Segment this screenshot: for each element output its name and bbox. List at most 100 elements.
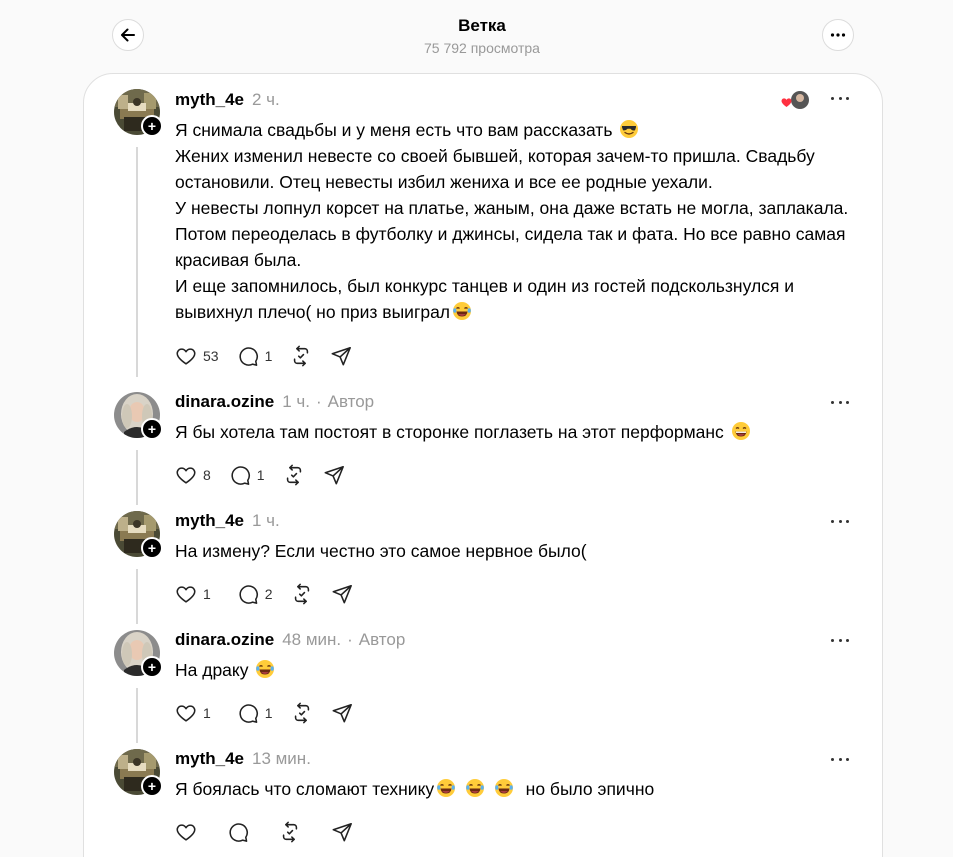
- like-button[interactable]: 1: [166, 577, 220, 611]
- post-meta: myth_4e 2 ч.: [175, 90, 280, 110]
- comment-button[interactable]: 1: [228, 339, 282, 373]
- post-menu-button[interactable]: [828, 394, 852, 410]
- repost-button[interactable]: [270, 815, 310, 849]
- thread-line: [136, 147, 138, 377]
- post-line: И еще запомнилось, был конкурс танцев и …: [175, 276, 795, 322]
- repost-button[interactable]: [281, 339, 321, 373]
- timestamp[interactable]: 1 ч.: [252, 511, 280, 530]
- post-actions: 8 1: [166, 457, 354, 493]
- thread-line: [136, 688, 138, 743]
- comment-icon: [229, 464, 251, 486]
- post-actions: 53 1: [166, 338, 361, 374]
- repost-icon: [283, 464, 305, 486]
- like-count: 8: [203, 467, 211, 483]
- timestamp[interactable]: 13 мин.: [252, 749, 311, 768]
- like-count: 53: [203, 348, 219, 364]
- comment-icon: [237, 583, 259, 605]
- more-horizontal-icon: [830, 33, 846, 37]
- liked-by-avatar[interactable]: [781, 90, 811, 112]
- laughing-emoji: [452, 301, 472, 321]
- repost-button[interactable]: [274, 458, 314, 492]
- post-menu-button[interactable]: [828, 751, 852, 767]
- like-button[interactable]: 8: [166, 458, 220, 492]
- follow-plus-icon[interactable]: +: [141, 656, 163, 678]
- repost-icon: [291, 702, 313, 724]
- share-button[interactable]: [321, 339, 361, 373]
- share-button[interactable]: [322, 815, 362, 849]
- dot-separator: ·: [315, 392, 322, 411]
- more-options-button[interactable]: [822, 19, 854, 51]
- timestamp[interactable]: 2 ч.: [252, 90, 280, 109]
- post-meta: dinara.ozine 1 ч. · Автор: [175, 392, 374, 412]
- comment-count: 2: [264, 586, 273, 602]
- post-meta: myth_4e 1 ч.: [175, 511, 280, 531]
- grinning-emoji: [731, 421, 751, 441]
- comment-button[interactable]: 1: [220, 458, 274, 492]
- like-button[interactable]: 1: [166, 696, 220, 730]
- heart-icon: [175, 583, 197, 605]
- post-line: Жених изменил невесте со своей бывшей, к…: [175, 146, 815, 192]
- comment-button[interactable]: 1: [228, 696, 282, 730]
- dot-separator: ·: [347, 630, 353, 649]
- timestamp[interactable]: 48 мин.: [282, 630, 341, 649]
- sunglasses-emoji: [619, 119, 639, 139]
- repost-icon: [291, 583, 313, 605]
- post-line: Я бы хотела там постоят в сторонке погла…: [175, 422, 724, 442]
- like-button[interactable]: [166, 815, 206, 849]
- page-title: Ветка: [458, 16, 506, 35]
- like-count: 1: [203, 586, 211, 602]
- post-actions: 1 2: [166, 576, 362, 612]
- timestamp[interactable]: 1 ч.: [282, 392, 310, 411]
- follow-plus-icon[interactable]: +: [141, 418, 163, 440]
- comment-button[interactable]: [218, 815, 258, 849]
- like-count: 1: [203, 705, 211, 721]
- heart-icon: [175, 345, 197, 367]
- username[interactable]: myth_4e: [175, 749, 244, 768]
- like-button[interactable]: 53: [166, 339, 228, 373]
- heart-icon: [175, 702, 197, 724]
- repost-button[interactable]: [282, 696, 322, 730]
- post-text: На драку: [175, 657, 865, 683]
- username[interactable]: myth_4e: [175, 511, 244, 530]
- thread-line: [136, 450, 138, 505]
- author-badge: Автор: [327, 392, 375, 411]
- share-icon: [331, 702, 353, 724]
- author-badge: Автор: [358, 630, 406, 649]
- comment-button[interactable]: 2: [228, 577, 282, 611]
- heart-icon: [175, 821, 197, 843]
- follow-plus-icon[interactable]: +: [141, 775, 163, 797]
- share-icon: [331, 821, 353, 843]
- laughing-emoji: [465, 778, 485, 798]
- heart-icon: [175, 464, 197, 486]
- thread-line: [136, 569, 138, 624]
- follow-plus-icon[interactable]: +: [141, 115, 163, 137]
- comment-icon: [237, 345, 259, 367]
- follow-plus-icon[interactable]: +: [141, 537, 163, 559]
- post-menu-button[interactable]: [828, 632, 852, 648]
- username[interactable]: dinara.ozine: [175, 392, 274, 411]
- username[interactable]: dinara.ozine: [175, 630, 274, 649]
- username[interactable]: myth_4e: [175, 90, 244, 109]
- post-text: На измену? Если честно это самое нервное…: [175, 541, 587, 561]
- post-line: У невесты лопнул корсет на платье, жаным…: [175, 198, 849, 270]
- post-menu-button[interactable]: [828, 90, 852, 106]
- post-line: Я боялась что сломают технику: [175, 779, 435, 799]
- share-button[interactable]: [322, 696, 362, 730]
- post-text: Я снимала свадьбы и у меня есть что вам …: [175, 117, 865, 325]
- comment-count: 1: [264, 705, 273, 721]
- comment-icon: [227, 821, 249, 843]
- thread-panel: + myth_4e 2 ч. Я снимала свадьбы и у меня…: [83, 73, 883, 857]
- post-line: Я снимала свадьбы и у меня есть что вам …: [175, 120, 613, 140]
- post-line: На драку: [175, 660, 249, 680]
- comment-count: 1: [256, 467, 265, 483]
- post-menu-button[interactable]: [828, 513, 852, 529]
- laughing-emoji: [494, 778, 514, 798]
- comment-icon: [237, 702, 259, 724]
- comment-count: 1: [264, 348, 273, 364]
- post-text: Я боялась что сломают технику но было эп…: [175, 776, 865, 802]
- share-button[interactable]: [314, 458, 354, 492]
- repost-button[interactable]: [282, 577, 322, 611]
- share-icon: [331, 583, 353, 605]
- views-count: 75 792 просмотра: [424, 40, 540, 56]
- share-button[interactable]: [322, 577, 362, 611]
